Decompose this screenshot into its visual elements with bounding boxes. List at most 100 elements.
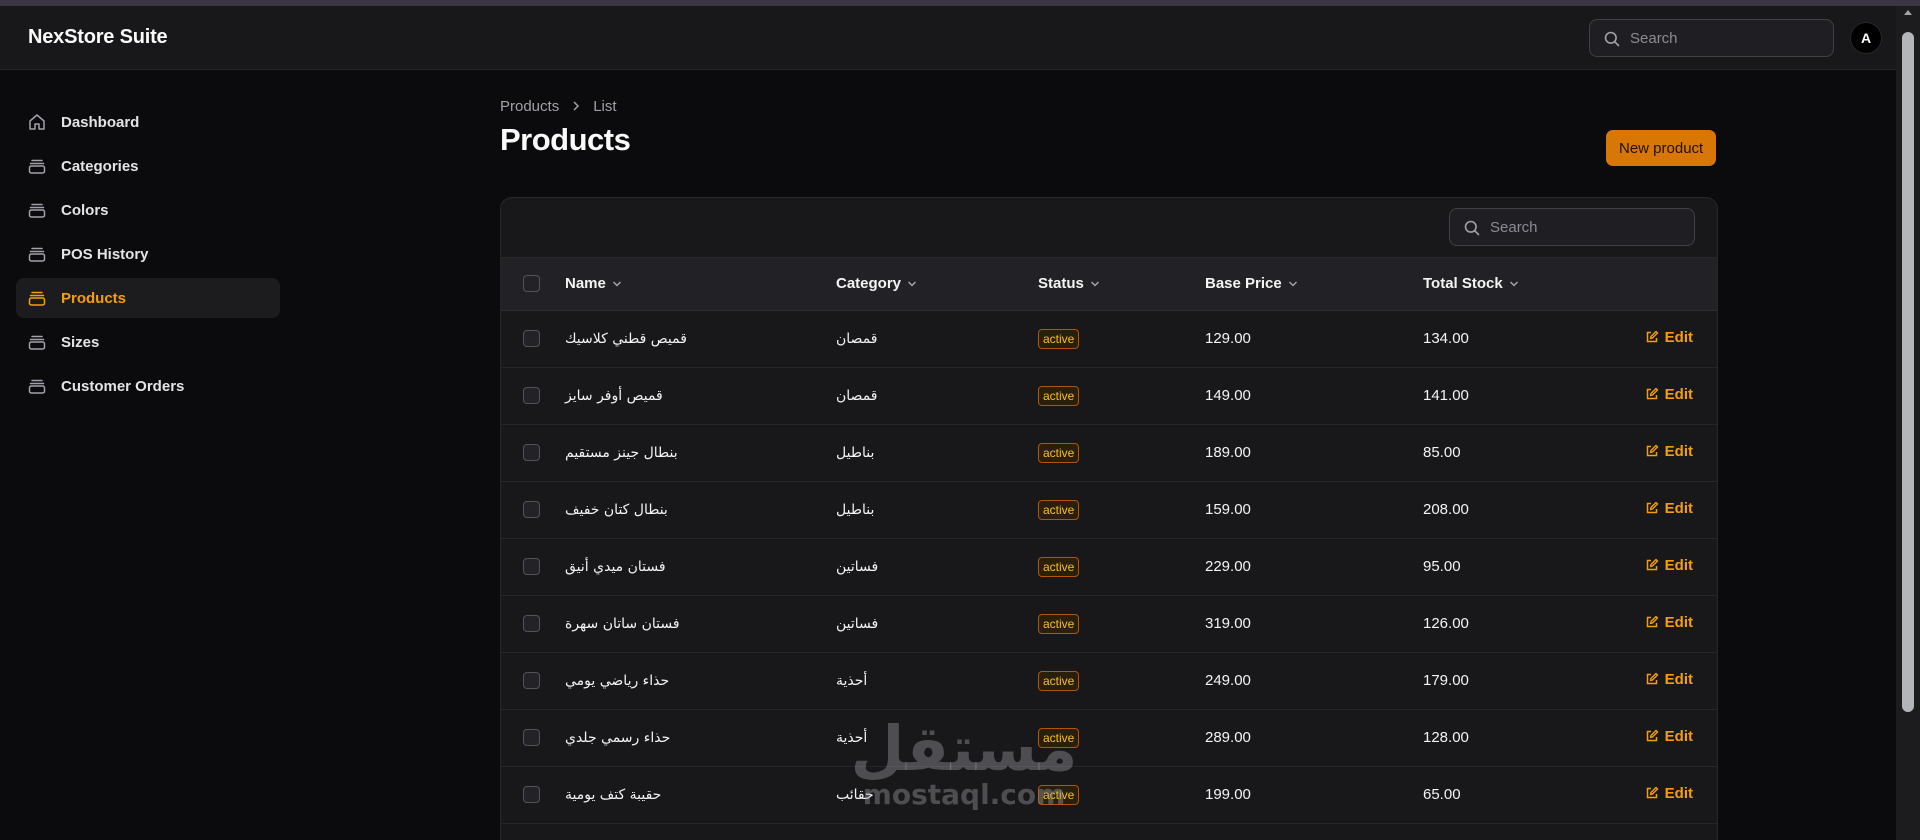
chevron-down-icon bbox=[1288, 281, 1297, 287]
row-checkbox[interactable] bbox=[523, 786, 540, 803]
sidebar-item-categories[interactable]: Categories bbox=[16, 146, 280, 186]
edit-label: Edit bbox=[1664, 670, 1693, 688]
product-name: فستان ساتان سهرة bbox=[565, 616, 680, 632]
column-header-category[interactable]: Category bbox=[836, 275, 917, 292]
column-header-name[interactable]: Name bbox=[565, 275, 622, 292]
edit-icon bbox=[1646, 787, 1658, 799]
main-header: Products List Products New product bbox=[500, 96, 1718, 166]
product-name: قميص أوفر سايز bbox=[565, 388, 663, 404]
edit-label: Edit bbox=[1664, 385, 1693, 403]
edit-button[interactable]: Edit bbox=[1645, 329, 1693, 346]
row-checkbox[interactable] bbox=[523, 330, 540, 347]
base-price: 199.00 bbox=[1205, 786, 1251, 803]
layers-icon bbox=[26, 243, 48, 265]
edit-icon bbox=[1646, 445, 1658, 457]
sidebar-item-label: POS History bbox=[61, 245, 149, 263]
base-price: 189.00 bbox=[1205, 444, 1251, 461]
product-name: بنطال جينز مستقيم bbox=[565, 445, 678, 461]
chevron-right-icon bbox=[571, 100, 581, 112]
product-category: قمصان bbox=[836, 331, 878, 347]
row-checkbox[interactable] bbox=[523, 615, 540, 632]
edit-label: Edit bbox=[1664, 556, 1693, 574]
edit-icon bbox=[1646, 559, 1658, 571]
page-scrollbar[interactable] bbox=[1896, 6, 1920, 840]
sidebar-item-label: Dashboard bbox=[61, 113, 140, 131]
top-bar: NexStore Suite A bbox=[0, 6, 1896, 70]
sidebar-item-products[interactable]: Products bbox=[16, 278, 280, 318]
sidebar-item-label: Products bbox=[61, 289, 127, 307]
edit-label: Edit bbox=[1664, 784, 1693, 802]
table-row[interactable]: قميص أوفر سايز قمصان active 149.00 141.00 Edi… bbox=[501, 367, 1717, 424]
product-name: بنطال كتان خفيف bbox=[565, 502, 668, 518]
edit-button[interactable]: Edit bbox=[1645, 443, 1693, 460]
sidebar-item-label: Categories bbox=[61, 157, 139, 175]
edit-label: Edit bbox=[1664, 442, 1693, 460]
row-checkbox[interactable] bbox=[523, 444, 540, 461]
edit-label: Edit bbox=[1664, 328, 1693, 346]
product-category: فساتين bbox=[836, 559, 879, 575]
global-search[interactable] bbox=[1589, 19, 1834, 57]
page-title: Products bbox=[500, 122, 631, 157]
total-stock: 208.00 bbox=[1423, 501, 1469, 518]
sidebar-item-label: Sizes bbox=[61, 333, 100, 351]
table-row[interactable]: فستان ساتان سهرة فساتين active 319.00 126.00… bbox=[501, 595, 1717, 652]
table-row[interactable]: بنطال جينز مستقيم بناطيل active 189.00 85.00… bbox=[501, 424, 1717, 481]
edit-button[interactable]: Edit bbox=[1645, 671, 1693, 688]
select-all-checkbox[interactable] bbox=[523, 275, 540, 293]
table-search[interactable] bbox=[1449, 208, 1695, 246]
scrollbar-thumb[interactable] bbox=[1902, 32, 1914, 712]
edit-label: Edit bbox=[1664, 727, 1693, 745]
edit-button[interactable]: Edit bbox=[1645, 785, 1693, 802]
scroll-up-arrow-icon[interactable] bbox=[1904, 10, 1912, 15]
product-name: قميص قطني كلاسيك bbox=[565, 331, 687, 347]
new-product-button[interactable]: New product bbox=[1606, 130, 1717, 166]
edit-button[interactable]: Edit bbox=[1645, 500, 1693, 517]
product-category: فساتين bbox=[836, 616, 879, 632]
table-row[interactable]: حذاء رسمي جلدي أحذية active 289.00 128.00 Edi… bbox=[501, 709, 1717, 766]
base-price: 149.00 bbox=[1205, 387, 1251, 404]
row-checkbox[interactable] bbox=[523, 729, 540, 746]
column-header-status[interactable]: Status bbox=[1038, 275, 1100, 292]
sidebar-item-sizes[interactable]: Sizes bbox=[16, 322, 280, 362]
table-row[interactable]: فستان ميدي أنيق فساتين active 229.00 95.00 Ed… bbox=[501, 538, 1717, 595]
total-stock: 179.00 bbox=[1423, 672, 1469, 689]
column-header-total-stock[interactable]: Total Stock bbox=[1423, 275, 1519, 292]
app-title: NexStore Suite bbox=[28, 26, 168, 48]
table-row[interactable]: حذاء رياضي يومي أحذية active 249.00 179.00 Ed… bbox=[501, 652, 1717, 709]
edit-button[interactable]: Edit bbox=[1645, 728, 1693, 745]
layers-icon bbox=[26, 375, 48, 397]
product-name: حقيبة كتف يومية bbox=[565, 787, 662, 803]
row-checkbox[interactable] bbox=[523, 558, 540, 575]
sidebar-item-pos-history[interactable]: POS History bbox=[16, 234, 280, 274]
table-row[interactable]: حقيبة كتف يومية حقائب active 199.00 65.00 Edi… bbox=[501, 766, 1717, 823]
table-search-input[interactable] bbox=[1490, 209, 1680, 245]
sidebar-item-label: Customer Orders bbox=[61, 377, 185, 395]
edit-icon bbox=[1646, 388, 1658, 400]
edit-button[interactable]: Edit bbox=[1645, 386, 1693, 403]
status-badge: active bbox=[1038, 670, 1080, 691]
global-search-input[interactable] bbox=[1630, 20, 1820, 56]
row-checkbox[interactable] bbox=[523, 387, 540, 404]
row-checkbox[interactable] bbox=[523, 672, 540, 689]
status-badge: active bbox=[1038, 499, 1080, 520]
total-stock: 95.00 bbox=[1423, 558, 1461, 575]
sidebar-item-customer-orders[interactable]: Customer Orders bbox=[16, 366, 280, 406]
table-toolbar bbox=[501, 198, 1717, 258]
table-row[interactable]: بنطال كتان خفيف بناطيل active 159.00 208.00 E… bbox=[501, 481, 1717, 538]
user-avatar[interactable]: A bbox=[1850, 22, 1882, 54]
sidebar-item-dashboard[interactable]: Dashboard bbox=[16, 102, 280, 142]
table-header-row: Name Category Status Base Price Total St… bbox=[501, 258, 1717, 310]
column-header-base-price[interactable]: Base Price bbox=[1205, 275, 1298, 292]
base-price: 159.00 bbox=[1205, 501, 1251, 518]
edit-button[interactable]: Edit bbox=[1645, 614, 1693, 631]
breadcrumb-products-link[interactable]: Products bbox=[500, 98, 559, 115]
row-checkbox[interactable] bbox=[523, 501, 540, 518]
sidebar-item-colors[interactable]: Colors bbox=[16, 190, 280, 230]
table-row[interactable]: قميص قطني كلاسيك قمصان active 129.00 134.00 E… bbox=[501, 310, 1717, 367]
home-icon bbox=[26, 111, 48, 133]
layers-icon bbox=[26, 331, 48, 353]
total-stock: 134.00 bbox=[1423, 330, 1469, 347]
layers-icon bbox=[26, 287, 48, 309]
edit-button[interactable]: Edit bbox=[1645, 557, 1693, 574]
chevron-down-icon bbox=[908, 281, 917, 287]
